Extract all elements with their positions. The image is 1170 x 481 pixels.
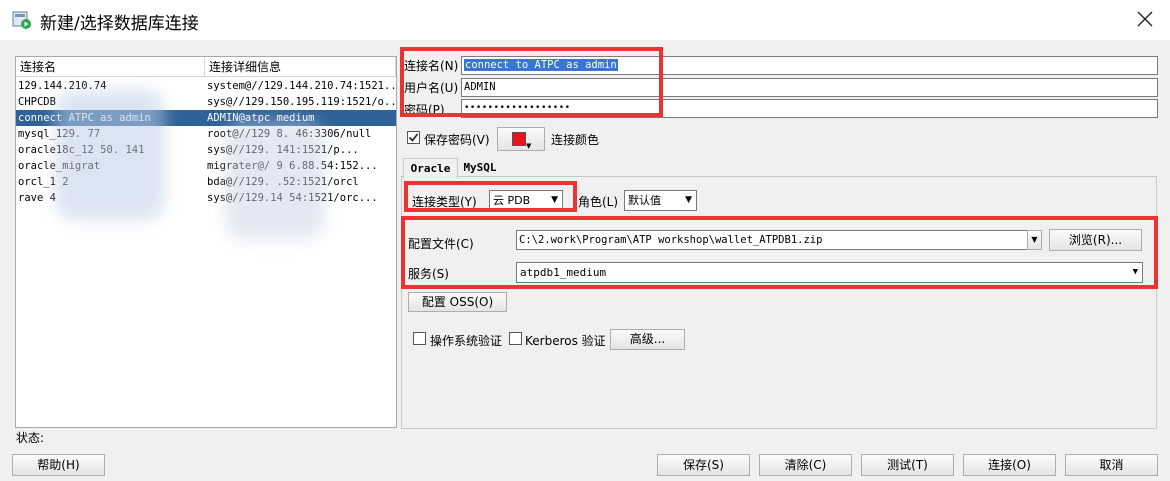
chevron-down-icon: ▼ — [551, 195, 558, 205]
service-select[interactable]: atpdb1_medium ▼ — [516, 262, 1143, 283]
tab-mysql[interactable]: MySQL — [460, 158, 500, 178]
connection-name-input[interactable]: connect to ATPC as admin — [461, 56, 1158, 75]
window-title: 新建/选择数据库连接 — [40, 14, 199, 34]
password-label: 密码(P) — [404, 103, 445, 117]
test-button[interactable]: 测试(T) — [861, 454, 954, 476]
connection-name-value: connect to ATPC as admin — [464, 59, 618, 71]
chevron-down-icon: ▼ — [1031, 235, 1038, 244]
help-button[interactable]: 帮助(H) — [12, 454, 105, 476]
config-oss-button[interactable]: 配置 OSS(O) — [408, 292, 507, 312]
connection-type-label: 连接类型(Y) — [412, 195, 477, 209]
close-icon[interactable] — [1134, 8, 1156, 30]
redaction-blur — [55, 90, 165, 220]
password-input[interactable]: •••••••••••••••••• — [461, 99, 1158, 118]
connection-type-value: 云 PDB — [493, 194, 531, 207]
kerberos-label: Kerberos 验证 — [525, 334, 606, 348]
config-file-dropdown-button[interactable]: ▼ — [1027, 230, 1042, 250]
role-value: 默认值 — [628, 194, 661, 207]
database-connection-icon — [12, 11, 31, 29]
connection-type-select[interactable]: 云 PDB ▼ — [489, 190, 563, 211]
tab-panel — [401, 176, 1157, 429]
browse-button[interactable]: 浏览(R)... — [1049, 229, 1142, 251]
advanced-button[interactable]: 高级... — [610, 329, 685, 350]
os-auth-checkbox[interactable] — [413, 332, 426, 345]
save-password-checkbox[interactable] — [407, 131, 420, 144]
connect-button[interactable]: 连接(O) — [963, 454, 1056, 476]
connection-name-label: 连接名(N) — [404, 59, 459, 73]
list-item-detail: sys@//129.150.195.119:1521/o... — [207, 96, 395, 108]
chevron-down-icon: ▼ — [685, 195, 692, 205]
column-header-name[interactable]: 连接名 — [16, 57, 205, 77]
username-label: 用户名(U) — [404, 81, 459, 95]
redaction-blur — [225, 120, 325, 240]
role-select[interactable]: 默认值 ▼ — [624, 190, 697, 211]
role-label: 角色(L) — [578, 195, 619, 209]
connection-color-button[interactable]: ▼ — [497, 127, 545, 151]
color-swatch — [512, 132, 526, 146]
clear-button[interactable]: 清除(C) — [759, 454, 852, 476]
service-label: 服务(S) — [408, 267, 449, 281]
chevron-down-icon: ▼ — [1132, 267, 1138, 277]
config-file-input[interactable]: C:\2.work\Program\ATP workshop\wallet_AT… — [516, 230, 1028, 250]
save-password-label: 保存密码(V) — [424, 133, 490, 147]
column-header-detail[interactable]: 连接详细信息 — [205, 57, 396, 77]
os-auth-label: 操作系统验证 — [430, 334, 503, 348]
title-bar: 新建/选择数据库连接 — [0, 0, 1170, 40]
connection-color-label: 连接颜色 — [551, 133, 600, 147]
status-label: 状态: — [16, 431, 45, 445]
config-file-label: 配置文件(C) — [408, 237, 474, 251]
username-input[interactable]: ADMIN — [461, 78, 1158, 97]
checkmark-icon — [408, 133, 419, 142]
list-item-detail: system@//129.144.210.74:1521... — [207, 80, 395, 92]
save-button[interactable]: 保存(S) — [657, 454, 750, 476]
cancel-button[interactable]: 取消 — [1065, 454, 1158, 476]
kerberos-checkbox[interactable] — [509, 332, 522, 345]
tab-oracle[interactable]: Oracle — [403, 158, 458, 178]
chevron-down-icon: ▼ — [526, 142, 532, 150]
service-value: atpdb1_medium — [520, 266, 607, 279]
